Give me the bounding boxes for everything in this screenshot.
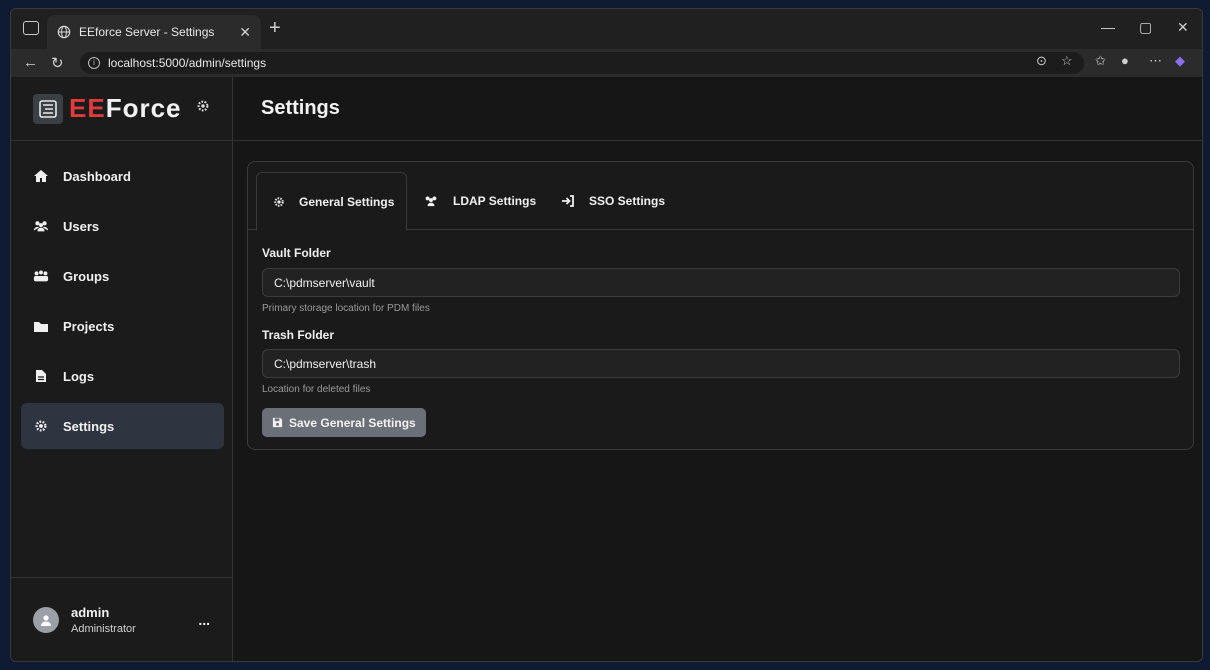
- tab-general-settings[interactable]: General Settings: [256, 172, 407, 231]
- vault-folder-label: Vault Folder: [262, 246, 331, 260]
- sidebar-item-label: Settings: [63, 418, 115, 434]
- sign-in-icon: [561, 195, 575, 207]
- tab-ldap-settings[interactable]: LDAP Settings: [423, 172, 536, 230]
- folder-icon: [33, 319, 49, 333]
- logo-icon: [33, 93, 63, 124]
- browser-tab[interactable]: EEforce Server - Settings ✕: [47, 15, 261, 49]
- sidebar: EEForce Dashboard Users Groups Projects …: [11, 77, 233, 661]
- vault-folder-help: Primary storage location for PDM files: [262, 303, 430, 314]
- save-icon: [272, 417, 283, 428]
- new-tab-icon[interactable]: +: [269, 17, 281, 40]
- reader-icon[interactable]: ⊙: [1036, 53, 1047, 69]
- tab-label: LDAP Settings: [453, 194, 537, 208]
- file-icon: [33, 369, 49, 383]
- users-icon: [423, 195, 439, 207]
- sidebar-item-label: Dashboard: [63, 168, 131, 184]
- url-field[interactable]: i localhost:5000/admin/settings: [80, 52, 1084, 74]
- tab-label: SSO Settings: [589, 194, 666, 208]
- users-icon: [33, 219, 49, 233]
- sidebar-item-label: Users: [63, 218, 100, 234]
- sidebar-item-users[interactable]: Users: [21, 203, 224, 249]
- favorite-icon[interactable]: ☆: [1061, 53, 1073, 69]
- settings-tabs: General Settings LDAP Settings SSO Setti…: [248, 162, 1193, 231]
- maximize-icon[interactable]: ▢: [1139, 19, 1152, 36]
- brand-name: EEForce: [69, 93, 182, 124]
- brand-force: Force: [105, 93, 182, 123]
- sidebar-item-label: Groups: [63, 268, 110, 284]
- user-role: Administrator: [71, 622, 136, 635]
- info-icon[interactable]: i: [88, 57, 100, 69]
- minimize-icon[interactable]: —: [1101, 19, 1115, 35]
- browser-tab-title: EEforce Server - Settings: [79, 25, 215, 39]
- browser-tabbar: EEforce Server - Settings ✕ + — ▢ ✕: [11, 9, 1202, 49]
- sidebar-item-label: Logs: [63, 368, 95, 384]
- back-icon[interactable]: ←: [23, 54, 38, 71]
- tab-sso-settings[interactable]: SSO Settings: [561, 172, 665, 230]
- user-name: admin: [71, 604, 110, 620]
- avatar: [33, 606, 59, 633]
- close-icon[interactable]: ✕: [239, 24, 251, 41]
- user-text: admin Administrator: [71, 605, 136, 635]
- save-general-settings-button[interactable]: Save General Settings: [262, 408, 426, 437]
- sidebar-item-groups[interactable]: Groups: [21, 253, 224, 299]
- user-profile[interactable]: admin Administrator ...: [11, 577, 232, 661]
- vault-folder-input[interactable]: [262, 268, 1180, 297]
- main-content: Settings General Settings LDAP Settings …: [233, 77, 1202, 661]
- brand: EEForce: [11, 77, 232, 141]
- url-text: localhost:5000/admin/settings: [108, 56, 267, 70]
- profile-icon[interactable]: ●: [1121, 53, 1129, 68]
- brand-ee: EE: [69, 93, 106, 123]
- more-icon[interactable]: ⋯: [1149, 53, 1162, 69]
- trash-folder-input[interactable]: [262, 349, 1180, 378]
- sidebar-item-projects[interactable]: Projects: [21, 303, 224, 349]
- address-bar: ← ↻ i localhost:5000/admin/settings ⊙ ☆ …: [11, 49, 1202, 77]
- save-button-label: Save General Settings: [289, 415, 416, 430]
- copilot-icon[interactable]: ◆: [1175, 53, 1185, 69]
- gear-icon: [33, 419, 49, 433]
- browser-window: EEforce Server - Settings ✕ + — ▢ ✕ ← ↻ …: [10, 8, 1203, 662]
- sidebar-item-logs[interactable]: Logs: [21, 353, 224, 399]
- user-menu-button[interactable]: ...: [198, 612, 210, 628]
- page-header: Settings: [233, 77, 1202, 141]
- gear-icon: [196, 99, 210, 118]
- groups-icon: [33, 269, 49, 283]
- refresh-icon[interactable]: ↻: [51, 54, 64, 72]
- home-icon: [33, 169, 49, 183]
- globe-icon: [57, 25, 71, 39]
- app: EEForce Dashboard Users Groups Projects …: [11, 77, 1202, 661]
- page-title: Settings: [261, 97, 340, 119]
- settings-card: General Settings LDAP Settings SSO Setti…: [247, 161, 1194, 450]
- sidebar-item-dashboard[interactable]: Dashboard: [21, 153, 224, 199]
- sidebar-nav: Dashboard Users Groups Projects Logs Set…: [11, 141, 232, 449]
- tab-label: General Settings: [299, 194, 395, 209]
- sidebar-item-settings[interactable]: Settings: [21, 403, 224, 449]
- gear-icon: [273, 196, 285, 208]
- window-close-icon[interactable]: ✕: [1177, 19, 1189, 36]
- sidebar-item-label: Projects: [63, 318, 115, 334]
- trash-folder-help: Location for deleted files: [262, 384, 371, 395]
- favorites-icon[interactable]: ✩: [1095, 53, 1106, 69]
- tab-strip-icon[interactable]: [23, 21, 39, 35]
- trash-folder-label: Trash Folder: [262, 328, 335, 342]
